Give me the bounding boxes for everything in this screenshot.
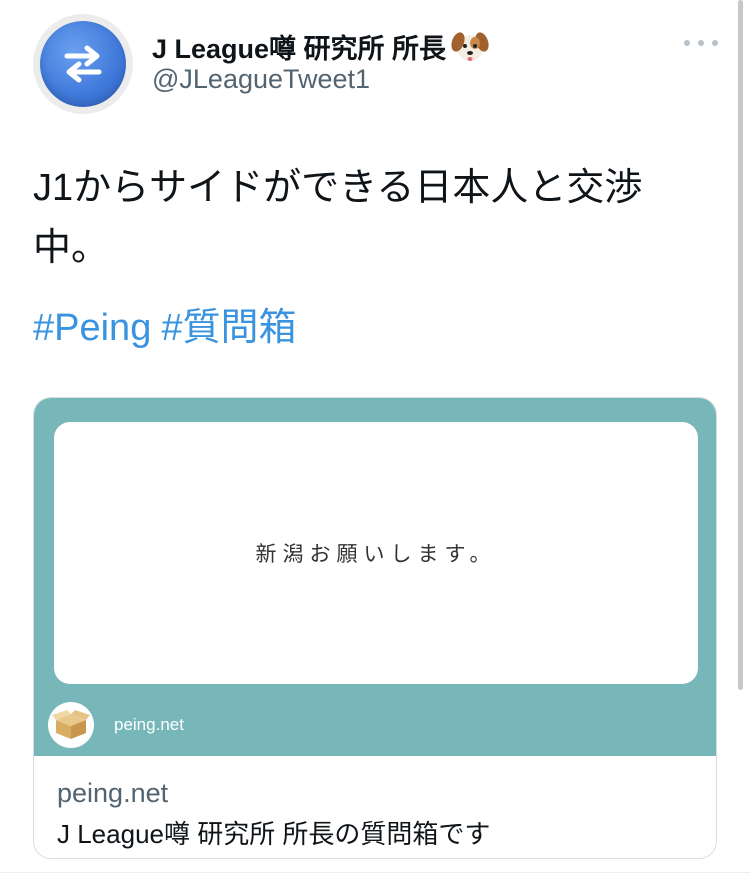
card-title: J League噂 研究所 所長の質問箱です: [57, 819, 491, 849]
hashtags: #Peing #質問箱: [33, 298, 306, 358]
display-name-text: J League噂 研究所 所長: [152, 34, 447, 64]
card-footer: peing.net J League噂 研究所 所長の質問箱です: [34, 756, 716, 858]
display-name[interactable]: J League噂 研究所 所長: [152, 27, 490, 66]
card-domain: peing.net: [57, 778, 169, 808]
tweet-text: J1からサイドができる日本人と交渉中。: [33, 167, 643, 269]
divider: [0, 872, 750, 873]
avatar[interactable]: [33, 14, 133, 114]
scrollbar[interactable]: [738, 0, 743, 690]
card-site-label: peing.net: [114, 715, 184, 734]
card-image: 新潟お願いします。 peing.net: [34, 398, 716, 756]
more-options-icon[interactable]: [684, 36, 718, 50]
link-card[interactable]: 新潟お願いします。 peing.net peing.net J League噂 …: [33, 397, 717, 859]
hashtag-link[interactable]: #Peing: [33, 307, 151, 349]
dog-face-icon: [450, 29, 490, 65]
hashtag-link[interactable]: #質問箱: [161, 307, 296, 349]
swap-arrows-icon: [40, 21, 126, 107]
question-box: 新潟お願いします。: [54, 422, 698, 684]
question-text: 新潟お願いします。: [255, 543, 497, 566]
user-handle[interactable]: @JLeagueTweet1: [152, 64, 370, 95]
cardboard-box-icon: [48, 702, 94, 748]
